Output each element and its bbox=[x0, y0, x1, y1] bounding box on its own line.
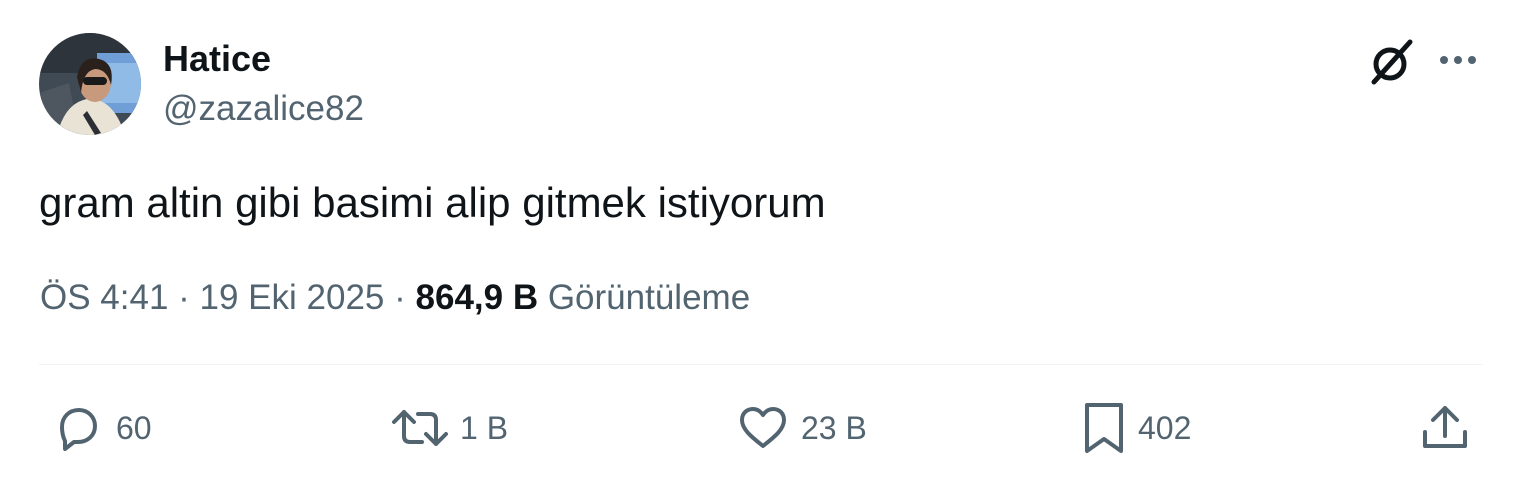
grok-icon[interactable] bbox=[1366, 36, 1418, 88]
avatar-photo bbox=[39, 33, 141, 135]
reply-button[interactable]: 60 bbox=[50, 400, 152, 456]
tweet-meta: ÖS 4:41 · 19 Eki 2025 · 864,9 B Görüntül… bbox=[40, 276, 750, 320]
tweet-text: gram altin gibi basimi alip gitmek istiy… bbox=[39, 179, 826, 226]
tweet-date[interactable]: 19 Eki 2025 bbox=[200, 278, 385, 317]
views-count[interactable]: 864,9 B bbox=[416, 278, 539, 317]
reply-icon bbox=[60, 408, 97, 451]
bookmark-count: 402 bbox=[1138, 409, 1192, 446]
divider bbox=[39, 364, 1483, 365]
share-icon bbox=[1423, 406, 1467, 448]
like-icon bbox=[740, 407, 786, 448]
repost-count: 1 B bbox=[460, 409, 509, 446]
views-label: Görüntüleme bbox=[538, 278, 751, 317]
reply-count: 60 bbox=[116, 409, 152, 446]
repost-button[interactable]: 1 B bbox=[390, 400, 508, 456]
bookmark-icon bbox=[1085, 403, 1123, 453]
like-button[interactable]: 23 B bbox=[735, 400, 867, 456]
author-display-name[interactable]: Hatice bbox=[163, 38, 271, 80]
repost-icon bbox=[392, 410, 448, 446]
share-button[interactable] bbox=[1418, 400, 1472, 456]
tweet-time[interactable]: ÖS 4:41 bbox=[40, 278, 168, 317]
meta-separator: · bbox=[384, 278, 416, 317]
author-handle[interactable]: @zazalice82 bbox=[163, 88, 364, 130]
more-icon[interactable] bbox=[1436, 40, 1480, 80]
bookmark-button[interactable]: 402 bbox=[1080, 400, 1191, 456]
meta-separator: · bbox=[168, 278, 200, 317]
avatar[interactable] bbox=[39, 33, 141, 135]
like-count: 23 B bbox=[801, 409, 867, 446]
